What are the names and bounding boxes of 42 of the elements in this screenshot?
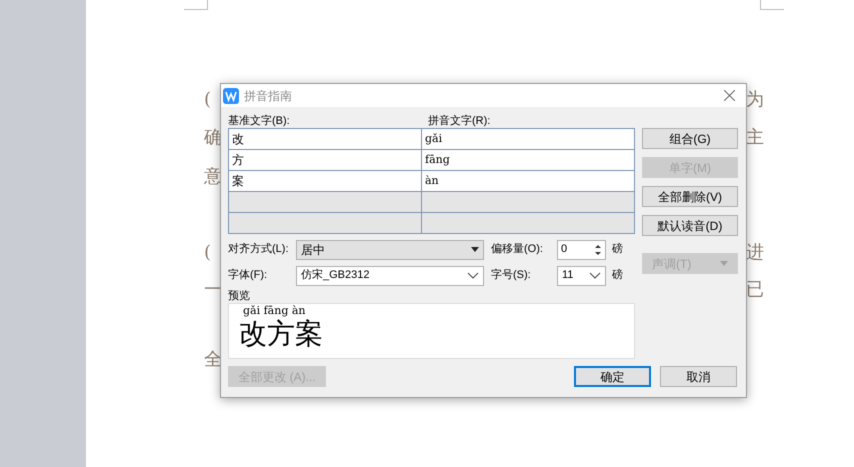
base-text-cell[interactable]: 方: [229, 150, 422, 170]
pinyin-cell[interactable]: fāng: [422, 150, 634, 170]
side-button[interactable]: 组合(G): [642, 128, 738, 149]
margin-corner-mark: [184, 0, 208, 10]
offset-spinner[interactable]: 0: [557, 240, 606, 260]
dropdown-arrow-icon: [471, 247, 479, 252]
offset-unit: 磅: [612, 242, 623, 258]
alignment-label: 对齐方式(L):: [228, 242, 290, 258]
side-button[interactable]: 全部删除(V): [642, 186, 738, 207]
cancel-button[interactable]: 取消: [660, 366, 737, 387]
preview-pinyin: gǎi fāng àn: [243, 304, 307, 317]
size-label: 字号(S):: [491, 268, 532, 284]
font-dropdown[interactable]: 仿宋_GB2312: [296, 266, 484, 286]
base-text-label: 基准文字(B):: [228, 114, 291, 128]
margin-corner-mark: [760, 0, 784, 10]
document-text: 进: [746, 241, 764, 265]
size-dropdown[interactable]: 11: [557, 266, 606, 286]
alignment-dropdown[interactable]: 居中: [296, 240, 484, 260]
pinyin-text-label: 拼音文字(R):: [428, 114, 490, 128]
side-button[interactable]: 默认读音(D): [642, 215, 738, 236]
document-text: 全: [204, 348, 222, 372]
document-text: (: [204, 88, 212, 112]
close-icon[interactable]: [724, 90, 735, 101]
font-label: 字体(F):: [228, 268, 268, 284]
chevron-down-icon: [589, 272, 601, 279]
pinyin-cell[interactable]: àn: [422, 171, 634, 191]
dropdown-arrow-icon: [720, 261, 728, 266]
document-text: (: [204, 241, 212, 265]
chevron-down-icon: [467, 272, 479, 279]
offset-label: 偏移量(O):: [491, 242, 544, 258]
base-text-cell[interactable]: 案: [229, 171, 422, 191]
document-text: 主: [746, 126, 764, 150]
base-text-cell[interactable]: 改: [229, 129, 422, 149]
document-text: 已: [746, 278, 764, 302]
preview-text: 改方案: [239, 317, 324, 351]
document-text: 意: [204, 165, 222, 189]
ok-button[interactable]: 确定: [574, 366, 651, 387]
size-unit: 磅: [612, 268, 623, 284]
window-title: 拼音指南: [244, 88, 292, 104]
preview-label: 预览: [228, 289, 251, 303]
pinyin-cell[interactable]: gǎi: [422, 129, 634, 149]
document-text: 为: [746, 88, 764, 112]
